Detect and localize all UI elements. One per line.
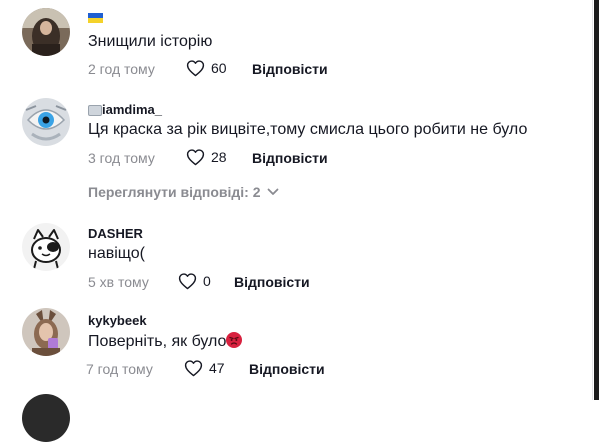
like-button[interactable]: 0 [178, 272, 211, 290]
reply-button[interactable]: Відповісти [252, 150, 328, 166]
angry-face-emoji-icon [226, 332, 243, 348]
comment-text-content: Поверніть, як було [88, 333, 227, 350]
comment-item: kykybeek Поверніть, як було 7 год тому 4… [0, 302, 590, 392]
username[interactable]: DASHER [88, 226, 143, 241]
view-replies-button[interactable]: Переглянути відповіді: 2 [88, 184, 279, 200]
user-avatar[interactable] [22, 308, 70, 356]
like-count: 47 [209, 360, 225, 376]
comment-item: DASHER навіщо( 5 хв тому 0 Відповісти [0, 215, 590, 305]
like-count: 28 [211, 149, 227, 165]
heart-icon [178, 273, 197, 290]
user-avatar[interactable] [22, 223, 70, 271]
image-icon [88, 105, 102, 116]
avatar-image [22, 223, 70, 271]
comment-time: 2 год тому [88, 61, 155, 77]
comment-text: навіщо( [88, 245, 145, 262]
like-button[interactable]: 47 [184, 359, 225, 377]
heart-icon [184, 360, 203, 377]
like-count: 0 [203, 273, 211, 289]
chevron-down-icon [267, 188, 278, 195]
comment-text: Поверніть, як було [88, 332, 243, 351]
comment-text: Знищили історію [88, 33, 213, 50]
like-button[interactable]: 28 [186, 148, 227, 166]
view-replies-label: Переглянути відповіді: 2 [88, 184, 261, 200]
comment-time: 7 год тому [86, 361, 153, 377]
scrollbar-thumb[interactable] [594, 0, 599, 400]
avatar-image [22, 8, 70, 56]
comment-text: Ця краска за рік вицвіте,тому смисла цьо… [88, 121, 528, 138]
reply-button[interactable]: Відповісти [234, 274, 310, 290]
user-avatar[interactable] [22, 8, 70, 56]
comment-time: 5 хв тому [88, 274, 149, 290]
heart-icon [186, 149, 205, 166]
like-count: 60 [211, 60, 227, 76]
username[interactable]: kykybeek [88, 313, 147, 328]
ukraine-flag-icon [88, 13, 103, 23]
reply-button[interactable]: Відповісти [252, 61, 328, 77]
avatar-image [22, 308, 70, 356]
avatar-image [22, 98, 70, 146]
user-avatar[interactable] [22, 98, 70, 146]
next-comment-avatar[interactable] [22, 394, 70, 442]
comment-item: Знищили історію 2 год тому 60 Відповісти [0, 0, 590, 90]
username[interactable]: iamdima_ [102, 102, 162, 117]
like-button[interactable]: 60 [186, 59, 227, 77]
reply-button[interactable]: Відповісти [249, 361, 325, 377]
heart-icon [186, 60, 205, 77]
comment-time: 3 год тому [88, 150, 155, 166]
